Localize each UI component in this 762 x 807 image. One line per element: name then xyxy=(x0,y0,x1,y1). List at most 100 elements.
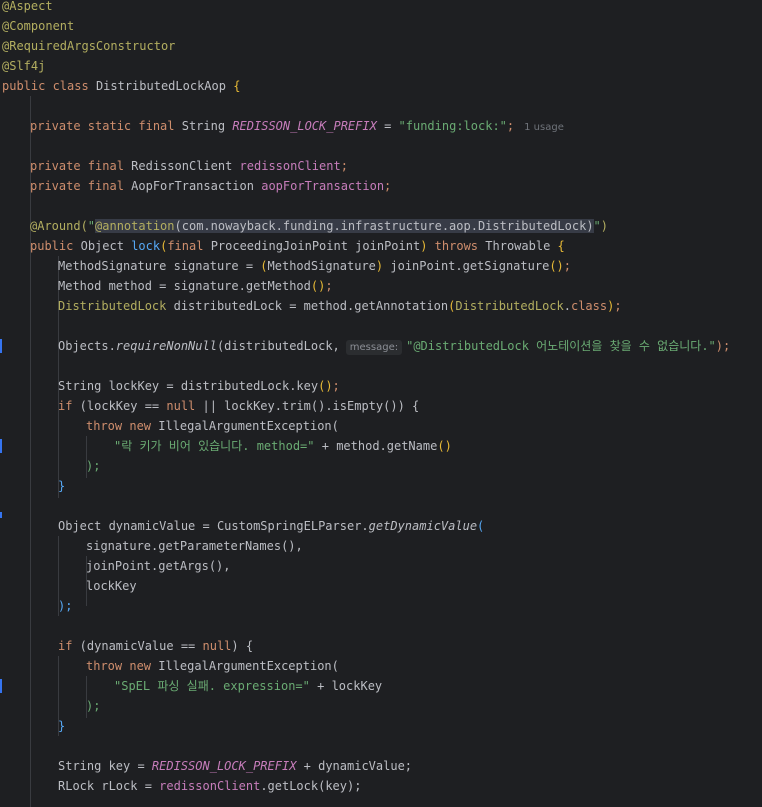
brace: { xyxy=(557,239,565,253)
code-line[interactable]: @RequiredArgsConstructor xyxy=(2,36,175,56)
type: DistributedLock xyxy=(58,299,167,313)
code-line[interactable]: String lockKey = distributedLock.key(); xyxy=(58,376,340,396)
paren: ) xyxy=(420,239,428,253)
code: || lockKey.trim xyxy=(195,399,311,413)
semicolon: ; xyxy=(325,279,333,293)
paren: ) xyxy=(600,219,609,233)
paren: () xyxy=(310,279,326,293)
code: ().isEmpty()) { xyxy=(310,399,420,413)
code-line[interactable]: String key = REDISSON_LOCK_PREFIX + dyna… xyxy=(58,756,412,776)
code: IllegalArgumentException( xyxy=(151,659,339,673)
type: String xyxy=(181,119,226,133)
code: joinPoint.getArgs(), xyxy=(86,559,231,573)
code-line[interactable]: signature.getParameterNames(), xyxy=(86,536,303,556)
code-line[interactable]: "SpEL 파싱 실패. expression=" + lockKey xyxy=(114,676,382,696)
code-line[interactable]: if (dynamicValue == null) { xyxy=(58,636,253,656)
code-editor[interactable]: @Aspect @Component @RequiredArgsConstruc… xyxy=(0,0,762,807)
paren: () xyxy=(549,259,564,273)
code-line[interactable]: private static final String REDISSON_LOC… xyxy=(30,116,564,136)
code-line[interactable]: throw new IllegalArgumentException( xyxy=(86,416,339,436)
code: String key = xyxy=(58,759,152,773)
keyword: throw new xyxy=(86,659,152,673)
semicolon: ; xyxy=(384,179,392,193)
annotation: @Aspect xyxy=(2,0,53,13)
code: IllegalArgumentException( xyxy=(151,419,339,433)
change-marker[interactable] xyxy=(0,439,2,453)
change-marker[interactable] xyxy=(0,339,2,353)
code: Method method = signature.getMethod xyxy=(58,279,311,293)
code-line[interactable]: MethodSignature signature = (MethodSigna… xyxy=(58,256,571,276)
method-name: lock xyxy=(131,239,161,253)
parameter-hint: message: xyxy=(345,340,403,355)
code: joinPoint.getSignature xyxy=(383,259,550,273)
code-line[interactable]: Method method = signature.getMethod(); xyxy=(58,276,333,296)
code-line[interactable]: if (lockKey == null || lockKey.trim().is… xyxy=(58,396,419,416)
code-line[interactable]: throw new IllegalArgumentException( xyxy=(86,656,339,676)
constant: REDISSON_LOCK_PREFIX xyxy=(232,119,377,133)
keyword: public class xyxy=(2,79,89,93)
string: "락 키가 비어 있습니다. method=" xyxy=(114,439,315,453)
code-line[interactable]: Object dynamicValue = CustomSpringELPars… xyxy=(58,516,484,536)
string: " xyxy=(87,219,96,233)
brace: } xyxy=(58,719,66,733)
field-name: redissonClient xyxy=(239,159,341,173)
code-line[interactable]: } xyxy=(58,716,65,736)
keyword: throws xyxy=(434,239,479,253)
paren: ( xyxy=(477,519,485,533)
code-line[interactable]: ); xyxy=(58,596,72,616)
code-line[interactable]: private final AopForTransaction aopForTr… xyxy=(30,176,391,196)
code: Objects. xyxy=(58,339,116,353)
keyword: null xyxy=(166,399,196,413)
keyword: if xyxy=(58,639,73,653)
code: (lockKey == xyxy=(72,399,167,413)
code: + method.getName xyxy=(314,439,438,453)
code-line[interactable]: DistributedLock distributedLock = method… xyxy=(58,296,622,316)
string: "funding:lock:" xyxy=(398,119,507,133)
paren: ); xyxy=(86,699,101,713)
keyword: null xyxy=(202,639,232,653)
keyword: if xyxy=(58,399,73,413)
code-line[interactable]: @Around("@annotation(com.nowayback.fundi… xyxy=(30,216,608,236)
code: MethodSignature signature = xyxy=(58,259,261,273)
paren: () xyxy=(318,379,333,393)
annotation: @annotation xyxy=(95,219,175,233)
change-marker[interactable] xyxy=(0,512,2,518)
code-line[interactable]: ); xyxy=(86,696,100,716)
code: (distributedLock, xyxy=(216,339,340,353)
class-name: DistributedLockAop xyxy=(95,79,226,93)
code-line[interactable]: @Slf4j xyxy=(2,56,45,76)
string: "SpEL 파싱 실패. expression=" xyxy=(114,679,310,693)
type: Object xyxy=(80,239,124,253)
code-line[interactable]: @Aspect xyxy=(2,0,53,16)
keyword: private static final xyxy=(30,119,175,133)
code: + dynamicValue; xyxy=(296,759,413,773)
constant: REDISSON_LOCK_PREFIX xyxy=(151,759,297,773)
semicolon: ; xyxy=(340,159,348,173)
parameter: ProceedingJoinPoint joinPoint xyxy=(210,239,421,253)
code-line[interactable]: RLock rLock = redissonClient.getLock(key… xyxy=(58,776,361,796)
code-line[interactable]: @Component xyxy=(2,16,74,36)
code-line[interactable]: public Object lock(final ProceedingJoinP… xyxy=(30,236,565,256)
type: MethodSignature xyxy=(267,259,376,273)
code-line[interactable]: joinPoint.getArgs(), xyxy=(86,556,231,576)
semicolon: ; xyxy=(332,379,340,393)
type: Throwable xyxy=(485,239,551,253)
brace: { xyxy=(233,79,241,93)
annotation: @RequiredArgsConstructor xyxy=(2,39,176,53)
brace: } xyxy=(58,479,66,493)
type: DistributedLock xyxy=(455,299,564,313)
usage-hint[interactable]: 1 usage xyxy=(524,122,564,133)
keyword: public xyxy=(30,239,74,253)
keyword: private final xyxy=(30,179,124,193)
code: Object dynamicValue = CustomSpringELPars… xyxy=(58,519,369,533)
code-line[interactable]: private final RedissonClient redissonCli… xyxy=(30,156,348,176)
indent-guide xyxy=(30,96,31,807)
change-marker[interactable] xyxy=(0,679,2,693)
code-line[interactable]: ); xyxy=(86,456,100,476)
code-line[interactable]: public class DistributedLockAop { xyxy=(2,76,240,96)
code-line[interactable]: "락 키가 비어 있습니다. method=" + method.getName… xyxy=(114,436,452,456)
semicolon: ; xyxy=(506,119,515,133)
code-line[interactable]: lockKey xyxy=(86,576,137,596)
code-line[interactable]: } xyxy=(58,476,65,496)
code-line[interactable]: Objects.requireNonNull(distributedLock, m… xyxy=(58,336,730,356)
